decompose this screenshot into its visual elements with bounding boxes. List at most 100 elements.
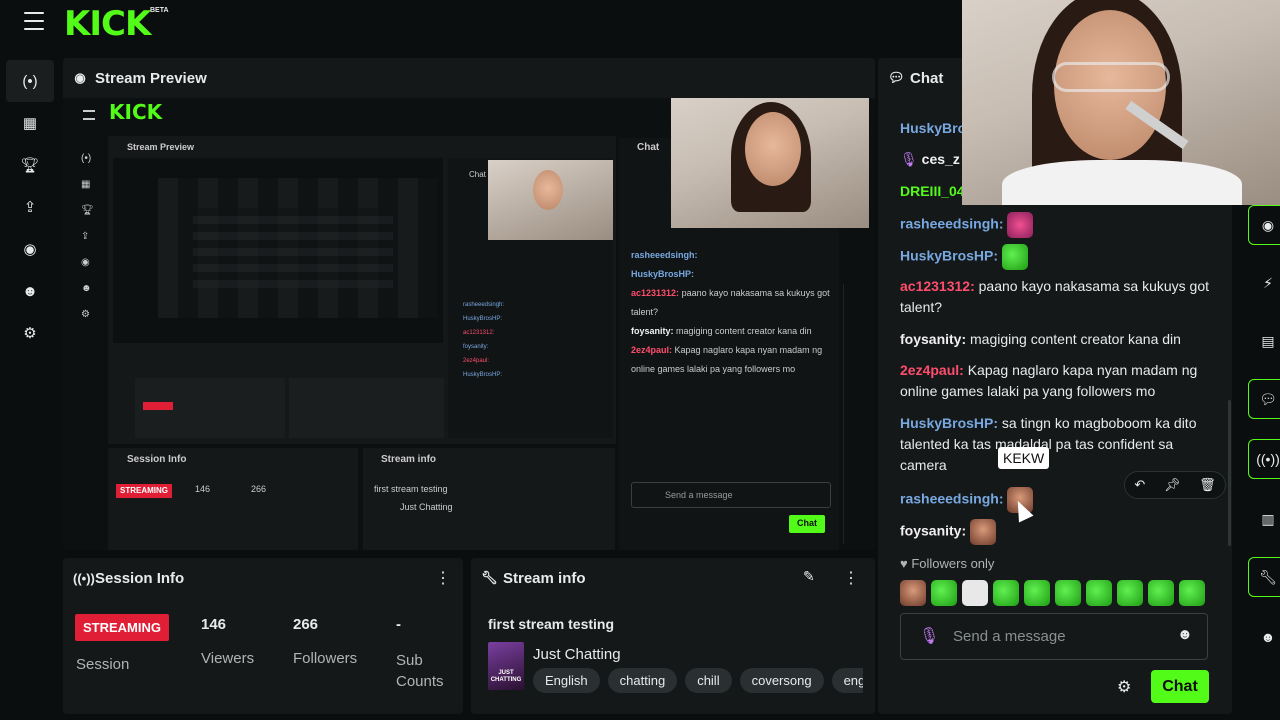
send-message-input[interactable]: 🎙︎ Send a message ☻ bbox=[900, 613, 1208, 660]
category-thumbnail: JUST CHATTING bbox=[488, 642, 524, 690]
broadcast-icon[interactable]: ((•)) bbox=[1248, 439, 1280, 479]
session-menu-icon[interactable]: ⋮ bbox=[435, 568, 451, 588]
screen-icon[interactable]: ◉ bbox=[0, 228, 60, 270]
stream-title: first stream testing bbox=[488, 616, 615, 632]
session-info-panel: ((•)) Session Info ⋮ STREAMING Session 1… bbox=[63, 558, 463, 714]
kick-logo[interactable]: KICK bbox=[64, 4, 151, 44]
side-nav: (•) ▦ 🏆︎ ⇪ ◉ ☻ ⚙ bbox=[0, 60, 60, 354]
chat-username[interactable]: DREIII_04 bbox=[900, 183, 965, 199]
chat-settings-icon[interactable]: ⚙ bbox=[1117, 677, 1131, 697]
chat-bubble-icon[interactable]: 💬︎ bbox=[1248, 379, 1280, 419]
emote-icon[interactable] bbox=[1086, 580, 1112, 606]
emoji-icon[interactable]: ☻ bbox=[1177, 626, 1193, 643]
chat-username[interactable]: ces_z bbox=[922, 151, 960, 167]
emote-icon[interactable] bbox=[1117, 580, 1143, 606]
stream-preview-header: ◉ Stream Preview bbox=[63, 58, 875, 98]
preview-chat-user-3: ac1231312: bbox=[631, 288, 680, 298]
users-icon[interactable]: ☻ bbox=[0, 270, 60, 312]
tag[interactable]: chill bbox=[685, 668, 732, 693]
chat-username[interactable]: 2ez4paul: bbox=[900, 362, 964, 378]
chat-send-button[interactable]: Chat bbox=[1151, 670, 1209, 703]
wrench-icon: 🔧︎ bbox=[481, 570, 498, 585]
broadcast-icon: ((•)) bbox=[73, 570, 95, 586]
emote-icon[interactable] bbox=[993, 580, 1019, 606]
stream-preview-panel: ◉ Stream Preview KICK (•) ▦ 🏆︎ ⇪ ◉ ☻ ⚙ Stream … bbox=[63, 58, 875, 550]
preview-category: Just Chatting bbox=[400, 502, 453, 512]
beta-label: BETA bbox=[150, 7, 169, 14]
preview-chat-title: Chat bbox=[637, 142, 660, 153]
preview-send-placeholder: Send a message bbox=[665, 490, 733, 500]
edit-icon[interactable]: ✎ bbox=[803, 568, 815, 585]
preview-chat-button: Chat bbox=[797, 518, 817, 528]
live-icon[interactable]: (•) bbox=[6, 60, 54, 102]
preview-session-title: Session Info bbox=[127, 454, 187, 465]
tag[interactable]: coversong bbox=[739, 668, 824, 693]
stream-info-panel: 🔧︎ Stream info ✎ ⋮ first stream testing … bbox=[471, 558, 875, 714]
preview-stream-title: first stream testing bbox=[374, 484, 448, 494]
analytics-icon[interactable]: ▦ bbox=[0, 102, 60, 144]
session-label: Session bbox=[76, 656, 130, 673]
emote-icon[interactable] bbox=[1148, 580, 1174, 606]
chat-username[interactable]: HuskyBrosHP: bbox=[900, 415, 998, 431]
category-thumbnail-text: JUST CHATTING bbox=[490, 670, 522, 683]
chat-username[interactable]: foysanity: bbox=[900, 523, 966, 539]
preview-webcam bbox=[671, 98, 869, 228]
stream-preview-title: Stream Preview bbox=[95, 69, 207, 87]
session-info-header: ((•)) Session Info bbox=[63, 558, 463, 598]
users-icon[interactable]: ☻ bbox=[1248, 617, 1280, 657]
chat-text: magiging content creator kana din bbox=[970, 331, 1181, 347]
emote-icon[interactable] bbox=[900, 580, 926, 606]
subs-label: Sub Counts bbox=[396, 652, 444, 690]
mic-icon[interactable]: 🎙︎ bbox=[919, 626, 939, 646]
bolt-icon[interactable]: ⚡︎ bbox=[1248, 263, 1280, 303]
tag[interactable]: englis bbox=[831, 668, 863, 693]
tag[interactable]: English bbox=[533, 668, 600, 693]
wrench-icon[interactable]: 🔧︎ bbox=[1248, 557, 1280, 597]
emote-icon[interactable] bbox=[962, 580, 988, 606]
reply-icon[interactable]: ↶ bbox=[1134, 477, 1145, 493]
chat-username[interactable]: rasheeedsingh: bbox=[900, 216, 1003, 232]
menu-icon[interactable] bbox=[24, 12, 44, 30]
viewers-count: 146 bbox=[201, 616, 227, 633]
message-actions: ↶ 📌︎ 🗑︎ bbox=[1124, 471, 1226, 499]
chat-username[interactable]: HuskyBro bbox=[900, 120, 966, 136]
delete-icon[interactable]: 🗑︎ bbox=[1199, 477, 1216, 493]
chat-username[interactable]: foysanity: bbox=[900, 331, 966, 347]
chat-username[interactable]: ac1231312: bbox=[900, 278, 975, 294]
preview-session-status: STREAMING bbox=[120, 486, 168, 495]
followers-only-label: ♥ Followers only bbox=[900, 556, 994, 571]
subs-count: - bbox=[396, 616, 401, 633]
tags-row: English chatting chill coversong englis bbox=[533, 668, 863, 693]
stream-info-menu-icon[interactable]: ⋮ bbox=[843, 568, 859, 588]
doc-icon[interactable]: ▤ bbox=[1248, 321, 1280, 361]
category-name: Just Chatting bbox=[533, 646, 621, 663]
emote-icon[interactable] bbox=[931, 580, 957, 606]
send-placeholder: Send a message bbox=[953, 628, 1066, 645]
preview-chat-text-4: magiging content creator kana din bbox=[676, 326, 812, 336]
gear-icon[interactable]: ⚙ bbox=[0, 312, 60, 354]
session-info-title: Session Info bbox=[95, 569, 185, 587]
trophy-icon[interactable]: 🏆︎ bbox=[0, 144, 60, 186]
heart-icon: ♥ bbox=[900, 556, 908, 571]
emote-icon bbox=[1001, 244, 1028, 270]
stream-preview-video[interactable]: KICK (•) ▦ 🏆︎ ⇪ ◉ ☻ ⚙ Stream Preview Chat rash… bbox=[63, 98, 875, 550]
preview-icon: ◉ bbox=[74, 70, 86, 85]
right-rail: ◉ ⚡︎ ▤ 💬︎ ((•)) ▥ 🔧︎ ☻ bbox=[1248, 205, 1280, 665]
chat-username[interactable]: HuskyBrosHP: bbox=[900, 248, 998, 264]
tag[interactable]: chatting bbox=[607, 668, 678, 693]
mic-icon: 🎙︎ bbox=[900, 151, 918, 167]
emote-icon[interactable] bbox=[1055, 580, 1081, 606]
viewers-label: Viewers bbox=[201, 650, 255, 667]
status-badge: STREAMING bbox=[75, 614, 169, 641]
preview-chat-user-5: 2ez4paul: bbox=[631, 345, 673, 355]
upload-icon[interactable]: ⇪ bbox=[0, 186, 60, 228]
preview-chat-user-1: rasheeedsingh: bbox=[631, 250, 698, 260]
screen-icon[interactable]: ◉ bbox=[1248, 205, 1280, 245]
pin-icon[interactable]: 📌︎ bbox=[1164, 477, 1181, 493]
layout-icon[interactable]: ▥ bbox=[1248, 499, 1280, 539]
chat-username[interactable]: rasheeedsingh: bbox=[900, 491, 1003, 507]
followers-label: Followers bbox=[293, 650, 358, 667]
emote-icon[interactable] bbox=[1179, 580, 1205, 606]
preview-streaminfo-title: Stream info bbox=[381, 454, 437, 465]
emote-icon[interactable] bbox=[1024, 580, 1050, 606]
